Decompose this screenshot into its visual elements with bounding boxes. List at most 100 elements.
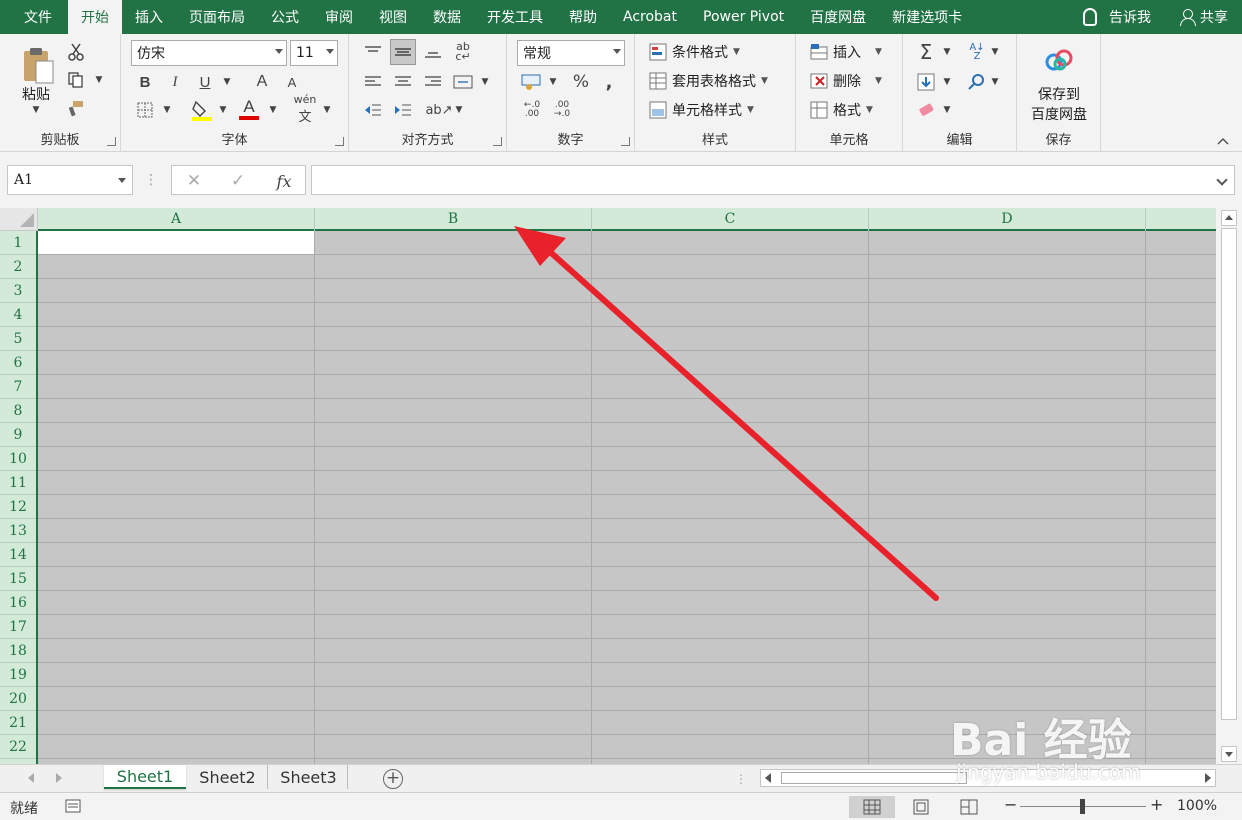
scroll-down-icon[interactable] [1221, 746, 1237, 762]
row-header[interactable]: 2 [0, 255, 36, 279]
align-left-icon[interactable] [361, 70, 385, 94]
decrease-decimal-button[interactable]: .00 →.0 [549, 98, 575, 122]
align-top-icon[interactable] [361, 40, 385, 64]
row-header[interactable]: 18 [0, 639, 36, 663]
fill-color-dropdown[interactable]: ▼ [217, 104, 229, 116]
baidu-netdisk-icon[interactable] [1043, 46, 1075, 74]
font-name-select[interactable]: 仿宋 [131, 40, 287, 66]
insert-cells-button[interactable]: 插入 ▼ [810, 42, 882, 62]
align-right-icon[interactable] [421, 70, 445, 94]
paste-dropdown[interactable]: ▼ [26, 104, 46, 116]
vertical-scrollbar[interactable] [1216, 208, 1242, 764]
phonetic-guide-icon[interactable]: wén 文 [293, 93, 317, 125]
wrap-text-icon[interactable]: ab c↵ [451, 40, 475, 64]
zoom-in-button[interactable]: + [1150, 795, 1163, 814]
expand-formula-icon[interactable] [1216, 174, 1228, 186]
scroll-left-icon[interactable] [765, 773, 771, 783]
font-launcher[interactable] [335, 137, 344, 146]
tab-view[interactable]: 视图 [366, 0, 420, 34]
percent-button[interactable]: % [569, 70, 593, 94]
select-all-button[interactable] [0, 208, 38, 231]
row-header[interactable]: 5 [0, 327, 36, 351]
paste-icon[interactable] [18, 42, 58, 88]
row-header[interactable]: 7 [0, 375, 36, 399]
borders-icon[interactable] [135, 100, 155, 120]
insert-function-icon[interactable]: fx [270, 169, 298, 193]
column-header-d[interactable]: D [869, 208, 1146, 231]
tab-data[interactable]: 数据 [420, 0, 474, 34]
row-header[interactable]: 14 [0, 543, 36, 567]
tab-file[interactable]: 文件 [0, 0, 68, 34]
prev-sheet-icon[interactable] [28, 773, 34, 783]
save-to-baidu-line1[interactable]: 保存到 [1017, 84, 1101, 104]
bold-button[interactable]: B [135, 72, 155, 92]
normal-view-icon[interactable] [849, 796, 895, 818]
find-dropdown[interactable]: ▼ [989, 76, 1001, 88]
shrink-font-button[interactable]: A [281, 72, 303, 92]
row-header[interactable]: 10 [0, 447, 36, 471]
increase-decimal-button[interactable]: ←.0.00 [519, 98, 545, 122]
orientation-dropdown[interactable]: ▼ [453, 104, 465, 116]
enter-icon[interactable]: ✓ [226, 169, 250, 193]
row-header[interactable]: 6 [0, 351, 36, 375]
row-header[interactable]: 3 [0, 279, 36, 303]
column-header-c[interactable]: C [592, 208, 869, 231]
row-header[interactable]: 16 [0, 591, 36, 615]
formula-input[interactable] [311, 165, 1235, 195]
row-header[interactable]: 11 [0, 471, 36, 495]
copy-icon[interactable] [66, 70, 86, 90]
name-box[interactable]: A1 [7, 165, 133, 195]
accounting-dropdown[interactable]: ▼ [547, 76, 559, 88]
comma-button[interactable]: , [599, 70, 619, 94]
column-header-partial[interactable] [1146, 208, 1216, 231]
clear-dropdown[interactable]: ▼ [941, 104, 953, 116]
alignment-launcher[interactable] [493, 137, 502, 146]
collapse-ribbon-icon[interactable] [1214, 134, 1232, 148]
format-painter-icon[interactable] [66, 98, 86, 118]
align-middle-icon[interactable] [390, 39, 416, 65]
cell-area[interactable] [38, 231, 1216, 764]
sheet-tab-2[interactable]: Sheet2 [188, 765, 268, 789]
scroll-right-icon[interactable] [1205, 773, 1211, 783]
active-cell-a1[interactable] [38, 231, 314, 255]
merge-dropdown[interactable]: ▼ [479, 76, 491, 88]
resize-handle-icon[interactable]: ⋮ [144, 170, 158, 190]
tell-me-search[interactable]: 告诉我 [1069, 7, 1165, 27]
row-header[interactable]: 21 [0, 711, 36, 735]
row-header[interactable]: 22 [0, 735, 36, 759]
cancel-icon[interactable]: ✕ [182, 169, 206, 193]
fill-color-icon[interactable] [191, 98, 213, 122]
sheet-tab-3[interactable]: Sheet3 [270, 765, 348, 789]
cell-styles-button[interactable]: 单元格样式 ▼ [649, 100, 754, 120]
zoom-level[interactable]: 100% [1177, 798, 1217, 814]
underline-button[interactable]: U [195, 72, 215, 92]
row-header[interactable]: 9 [0, 423, 36, 447]
format-as-table-button[interactable]: 套用表格格式 ▼ [649, 71, 768, 91]
grow-font-button[interactable]: A [251, 72, 273, 92]
tab-split-handle-icon[interactable]: ⋮ [735, 771, 747, 787]
align-center-icon[interactable] [391, 70, 415, 94]
fill-down-icon[interactable] [915, 70, 937, 94]
fill-dropdown[interactable]: ▼ [941, 76, 953, 88]
tab-acrobat[interactable]: Acrobat [610, 0, 690, 34]
row-header[interactable]: 4 [0, 303, 36, 327]
font-size-select[interactable]: 11 [290, 40, 338, 66]
scroll-up-icon[interactable] [1221, 210, 1237, 226]
autosum-dropdown[interactable]: ▼ [941, 46, 953, 58]
zoom-out-button[interactable]: − [1004, 795, 1017, 814]
tab-power-pivot[interactable]: Power Pivot [690, 0, 797, 34]
sheet-tab-1[interactable]: Sheet1 [104, 765, 186, 789]
font-color-icon[interactable]: A [238, 96, 260, 122]
merge-center-icon[interactable] [451, 70, 475, 94]
row-header[interactable]: 13 [0, 519, 36, 543]
phonetic-dropdown[interactable]: ▼ [321, 104, 333, 116]
save-to-baidu-line2[interactable]: 百度网盘 [1017, 104, 1101, 124]
accounting-format-icon[interactable] [519, 70, 543, 94]
copy-dropdown[interactable]: ▼ [92, 74, 106, 86]
clear-eraser-icon[interactable] [915, 98, 937, 122]
vertical-scroll-track[interactable] [1221, 228, 1237, 720]
zoom-slider-thumb[interactable] [1080, 799, 1085, 814]
italic-button[interactable]: I [165, 72, 185, 92]
row-header[interactable]: 20 [0, 687, 36, 711]
row-header[interactable]: 1 [0, 231, 36, 255]
